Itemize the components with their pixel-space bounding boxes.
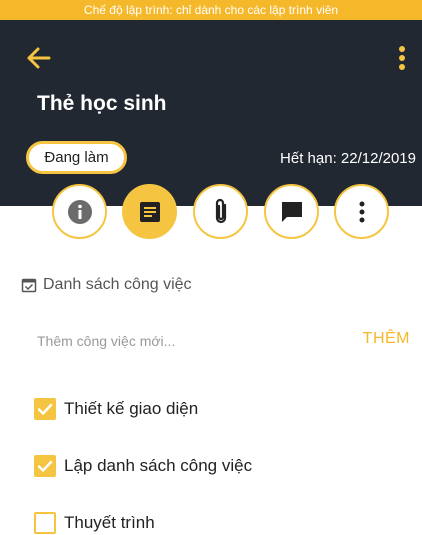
- add-task-button[interactable]: THÊM: [363, 330, 410, 348]
- app-header: Thẻ học sinh Đang làm Hết hạn: 22/12/201…: [0, 20, 422, 206]
- calendar-check-icon: [21, 278, 37, 293]
- page-title: Thẻ học sinh: [37, 92, 167, 115]
- attachment-icon: [215, 198, 226, 223]
- tab-info[interactable]: [52, 184, 107, 239]
- tab-notes[interactable]: [122, 184, 177, 239]
- checklist-heading: Danh sách công việc: [21, 276, 192, 294]
- status-badge[interactable]: Đang làm: [26, 141, 127, 174]
- note-icon: [139, 201, 160, 222]
- back-arrow-icon[interactable]: [24, 46, 52, 70]
- checklist-item[interactable]: Thuyết trình: [34, 512, 155, 534]
- more-vertical-icon: [359, 201, 364, 222]
- checklist-heading-label: Danh sách công việc: [43, 276, 192, 293]
- checklist-item[interactable]: Lập danh sách công việc: [34, 455, 252, 477]
- comment-icon: [281, 201, 302, 222]
- checklist-item-label: Thiết kế giao diện: [64, 399, 199, 418]
- checkmark-icon: [37, 460, 53, 472]
- checklist-item-label: Thuyết trình: [64, 513, 155, 532]
- more-vertical-icon[interactable]: [392, 44, 412, 72]
- checklist-item[interactable]: Thiết kế giao diện: [34, 398, 198, 420]
- developer-mode-banner: Chế độ lập trình: chỉ dành cho các lập t…: [0, 0, 422, 20]
- checklist-item-label: Lập danh sách công việc: [64, 456, 253, 475]
- tab-attachments[interactable]: [193, 184, 248, 239]
- info-icon: [67, 199, 92, 224]
- tab-more[interactable]: [334, 184, 389, 239]
- expiry-date: Hết hạn: 22/12/2019: [280, 150, 416, 167]
- tab-comments[interactable]: [264, 184, 319, 239]
- checkmark-icon: [37, 403, 53, 415]
- checkbox-checked[interactable]: [34, 455, 56, 477]
- checkbox-checked[interactable]: [34, 398, 56, 420]
- checkbox-unchecked[interactable]: [34, 512, 56, 534]
- new-task-input[interactable]: [37, 326, 337, 356]
